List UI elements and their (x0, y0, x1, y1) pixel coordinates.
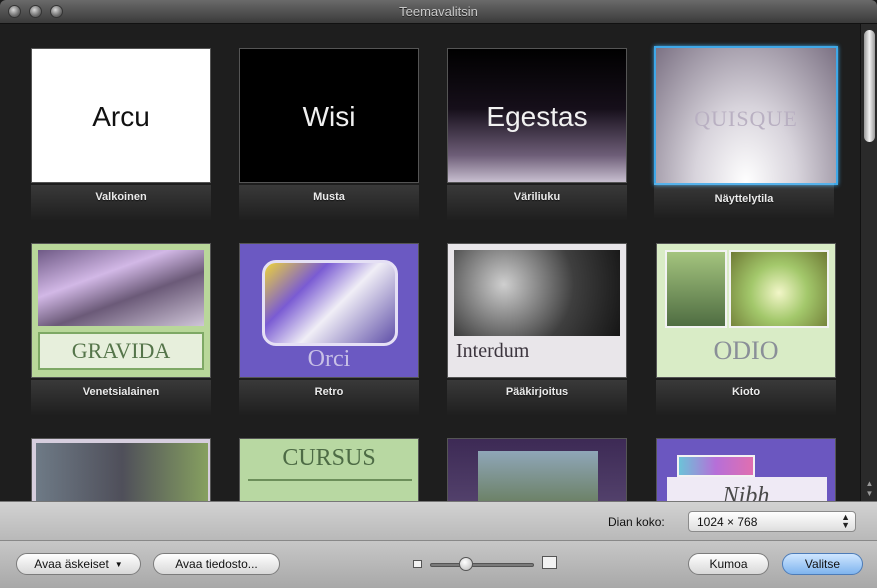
theme-thumbnail[interactable]: Orci (239, 243, 419, 378)
theme-item[interactable]: Nibh (656, 438, 836, 501)
thumbnail-photo (729, 250, 829, 328)
thumbnail-photo (36, 443, 208, 501)
slider-knob[interactable] (459, 557, 474, 571)
thumbnail-photo (38, 250, 204, 326)
thumbnail-photo (478, 451, 598, 501)
thumbnail-photo (665, 250, 727, 328)
theme-thumbnail[interactable]: Nibh (656, 438, 836, 501)
theme-thumbnail[interactable]: Interdum (447, 243, 627, 378)
dropdown-arrow-icon: ▼ (114, 560, 123, 569)
thumbnail-title: Interdum (456, 340, 530, 362)
window-title: Teemavalitsin (399, 4, 478, 19)
scroll-down-arrow-icon[interactable]: ▼ (864, 490, 875, 498)
theme-thumbnail[interactable]: ODIO (656, 243, 836, 378)
thumbnail-title: QUISQUE (694, 106, 798, 131)
theme-label: Valkoinen (95, 191, 147, 203)
theme-thumbnail[interactable]: Arcu (31, 48, 211, 183)
theme-label: Musta (313, 191, 345, 203)
theme-item[interactable]: Egestas Väriliuku (447, 48, 627, 221)
slide-size-label: Dian koko: (608, 515, 665, 529)
thumbnail-divider (248, 479, 412, 481)
theme-thumbnail[interactable] (447, 438, 627, 501)
choose-button[interactable]: Valitse (782, 553, 863, 575)
theme-label: Venetsialainen (82, 386, 160, 398)
theme-label: Retro (314, 386, 344, 398)
theme-item[interactable] (447, 438, 627, 501)
theme-item[interactable]: Arcu Valkoinen (31, 48, 211, 221)
theme-chooser-window: Teemavalitsin Arcu Valkoinen Wisi Musta … (0, 0, 877, 588)
bottom-toolbar: Avaa äskeiset ▼ Avaa tiedosto... Kumoa Va… (0, 541, 877, 588)
thumbnail-title: Orci (307, 346, 351, 372)
thumbnail-title: ODIO (713, 336, 779, 365)
large-thumbnail-icon (542, 556, 557, 569)
slide-size-value: 1024 × 768 (697, 515, 758, 529)
theme-thumbnail[interactable]: Wisi (239, 48, 419, 183)
cancel-button[interactable]: Kumoa (688, 553, 769, 575)
theme-label: Pääkirjoitus (505, 386, 569, 398)
theme-item[interactable]: Orci Retro (239, 243, 419, 416)
theme-thumbnail[interactable] (31, 438, 211, 501)
scroll-up-arrow-icon[interactable]: ▲ (864, 480, 875, 488)
theme-item[interactable]: CURSUS (239, 438, 419, 501)
theme-thumbnail[interactable]: Egestas (447, 48, 627, 183)
theme-thumbnail[interactable]: GRAVIDA (31, 243, 211, 378)
thumbnail-photo (677, 455, 755, 477)
thumbnail-title: GRAVIDA (71, 338, 171, 363)
thumbnail-size-slider[interactable] (430, 563, 534, 567)
title-bar: Teemavalitsin (0, 0, 877, 24)
thumbnail-title: Wisi (302, 101, 356, 132)
theme-item[interactable] (31, 438, 211, 501)
slide-size-select[interactable]: 1024 × 768 ▲ ▼ (688, 511, 856, 532)
open-recent-button[interactable]: Avaa äskeiset ▼ (16, 553, 141, 575)
theme-item[interactable]: GRAVIDA Venetsialainen (31, 243, 211, 416)
theme-item[interactable]: Interdum Pääkirjoitus (447, 243, 627, 416)
thumbnail-title: Nibh (722, 483, 770, 501)
theme-label: Näyttelytila (714, 193, 774, 205)
theme-browser: Arcu Valkoinen Wisi Musta Egestas Värili… (0, 24, 860, 501)
theme-thumbnail[interactable]: CURSUS (239, 438, 419, 501)
theme-thumbnail[interactable]: QUISQUE (654, 46, 838, 185)
theme-item-selected[interactable]: QUISQUE Näyttelytila (654, 46, 838, 219)
thumbnail-photo (454, 250, 620, 336)
theme-label: Kioto (731, 386, 761, 398)
slide-size-bar: Dian koko: 1024 × 768 ▲ ▼ (0, 501, 877, 541)
thumbnail-photo (262, 260, 398, 346)
scrollbar-thumb[interactable] (864, 30, 875, 142)
small-thumbnail-icon (413, 560, 422, 568)
vertical-scrollbar[interactable]: ▲ ▼ (860, 24, 877, 501)
up-down-arrows-icon: ▲ ▼ (841, 512, 850, 530)
thumbnail-title: Arcu (92, 101, 150, 132)
thumbnail-title: CURSUS (282, 445, 376, 471)
thumbnail-title: Egestas (486, 101, 588, 132)
theme-label: Väriliuku (513, 191, 561, 203)
theme-item[interactable]: Wisi Musta (239, 48, 419, 221)
theme-item[interactable]: ODIO Kioto (656, 243, 836, 416)
open-recent-label: Avaa äskeiset (34, 557, 109, 571)
open-file-button[interactable]: Avaa tiedosto... (153, 553, 280, 575)
